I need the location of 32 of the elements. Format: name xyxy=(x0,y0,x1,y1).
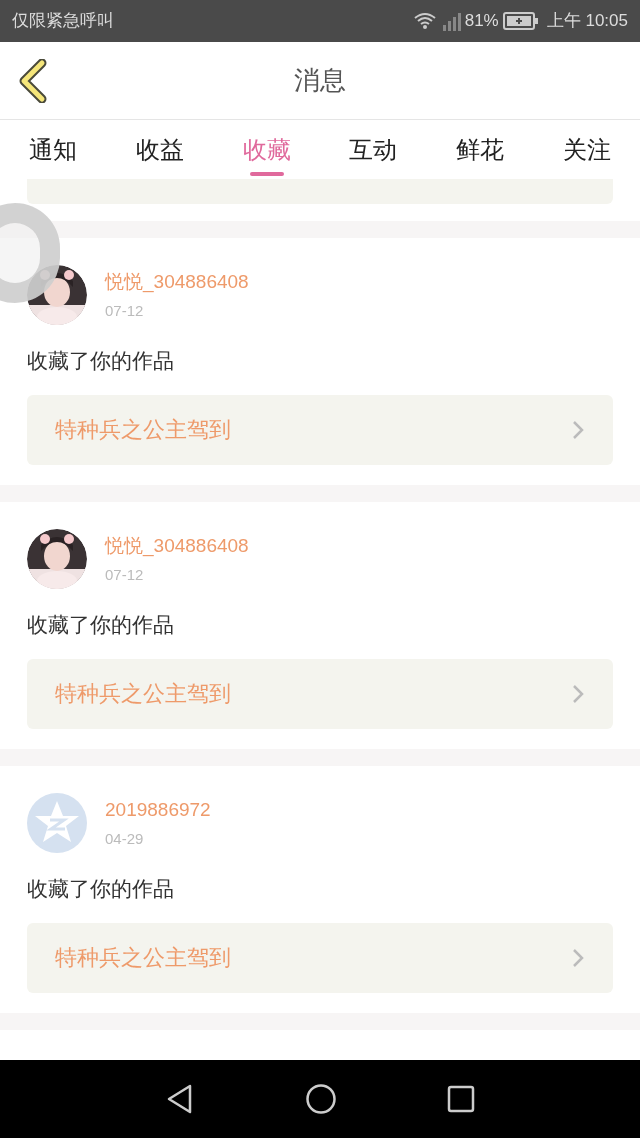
chevron-left-icon xyxy=(18,59,48,103)
chevron-right-icon xyxy=(571,682,585,705)
message-date: 07-12 xyxy=(105,301,145,321)
username[interactable]: 悦悦_304886408 xyxy=(105,267,249,296)
default-avatar-icon xyxy=(27,793,87,853)
tab[interactable]: 互动 xyxy=(320,120,427,179)
username[interactable]: 悦悦_304886408 xyxy=(105,531,249,560)
work-link[interactable]: 特种兵之公主驾到 xyxy=(27,922,613,993)
chevron-right-icon xyxy=(571,418,585,441)
clock-text: 上午 10:05 xyxy=(546,10,628,33)
battery-icon xyxy=(502,12,539,30)
wifi-icon xyxy=(412,12,437,30)
signal-icon xyxy=(440,11,461,31)
message-text: 收藏了你的作品 xyxy=(27,348,175,374)
message-text: 收藏了你的作品 xyxy=(27,876,175,902)
work-link[interactable]: 特种兵之公主驾到 xyxy=(27,658,613,729)
carrier-text: 仅限紧急呼叫 xyxy=(12,10,114,33)
message-text: 收藏了你的作品 xyxy=(27,612,175,638)
tab[interactable]: 关注 xyxy=(533,120,640,179)
tab[interactable]: 收藏 xyxy=(213,120,320,179)
page-title: 消息 xyxy=(294,64,346,97)
tab[interactable]: 通知 xyxy=(0,120,107,179)
message-date: 04-29 xyxy=(105,829,145,849)
tab[interactable]: 收益 xyxy=(106,120,214,179)
battery-percent: 81% xyxy=(464,10,499,33)
work-link[interactable]: 特种兵之公主驾到 xyxy=(27,394,613,465)
home-icon[interactable] xyxy=(305,1083,337,1115)
recent-apps-icon[interactable] xyxy=(447,1085,475,1113)
chevron-right-icon xyxy=(571,946,585,969)
tab[interactable]: 鲜花 xyxy=(426,120,534,179)
username[interactable]: 2019886972 xyxy=(105,795,211,824)
message-date: 07-12 xyxy=(105,565,145,585)
